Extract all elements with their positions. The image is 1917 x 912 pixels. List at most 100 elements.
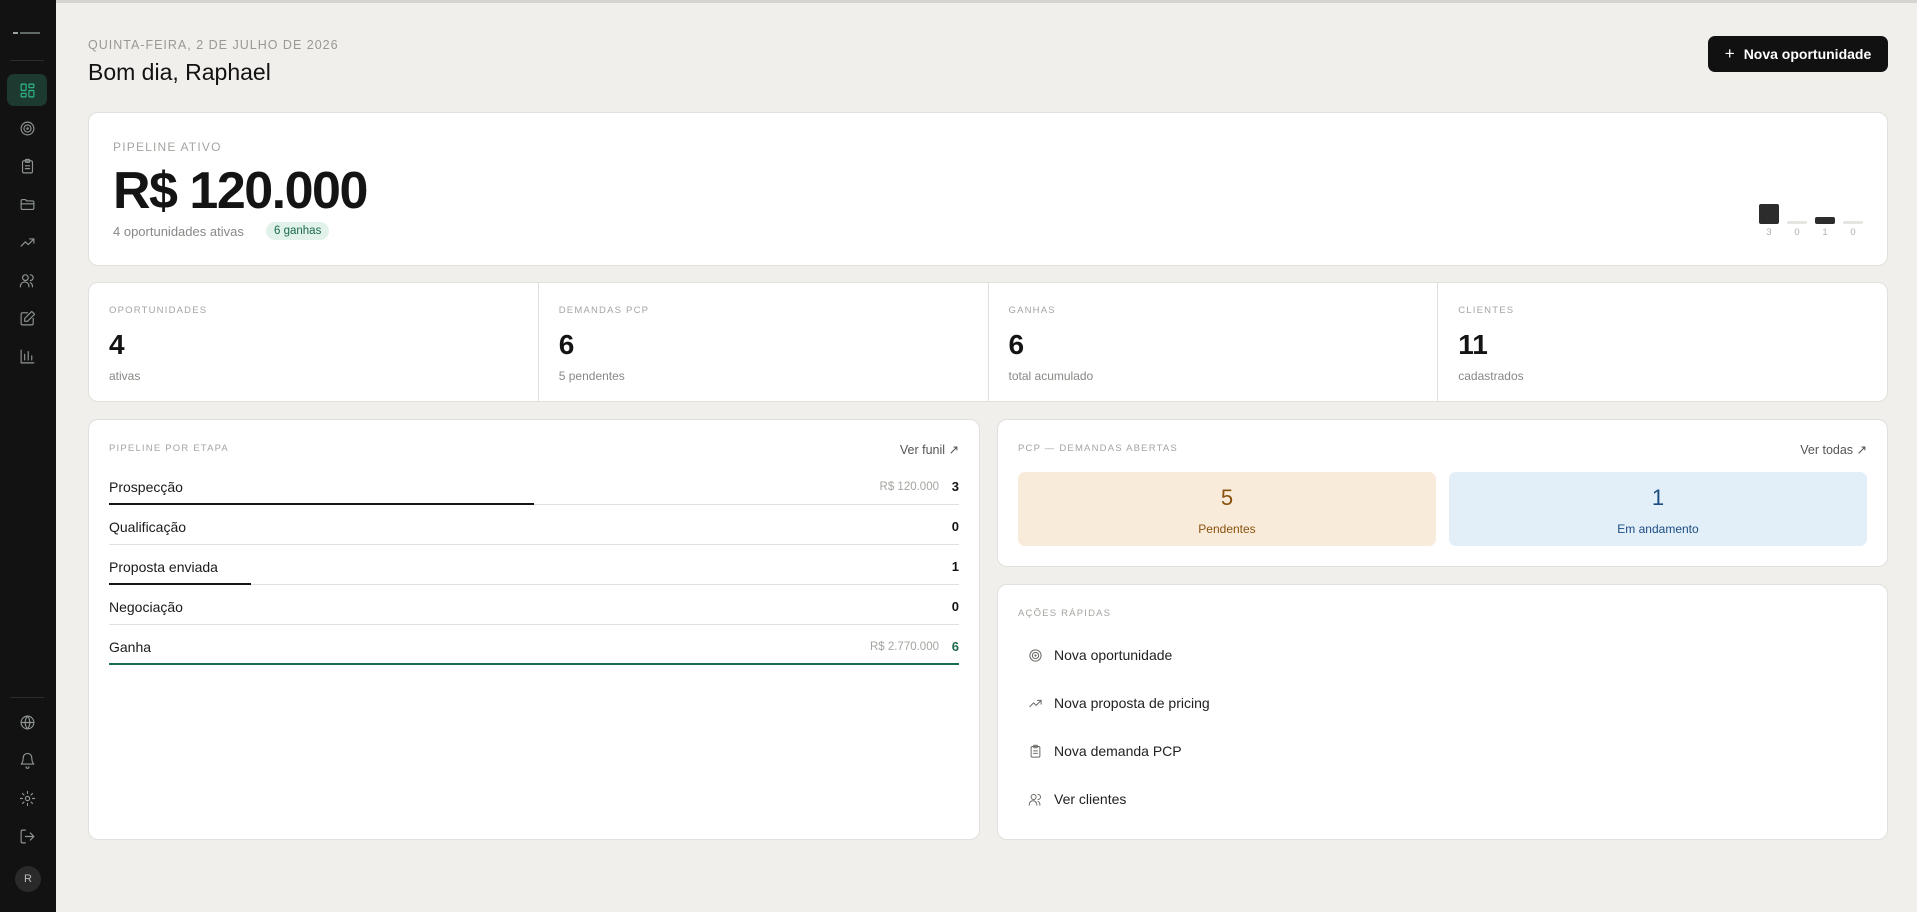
bar-chart-icon [20,349,34,363]
stage-amount: R$ 120.000 [879,481,939,493]
action-label: Nova proposta de pricing [1054,695,1210,711]
stat-desc: ativas [109,369,141,383]
stage-progress-bar [109,503,534,505]
sidebar-item-notifications[interactable] [7,744,47,776]
stage-row-prospeccao[interactable]: Prospecção R$ 120.000 3 [109,473,959,505]
avatar[interactable]: R [15,866,41,892]
globe-icon [20,715,34,729]
pending-label: Pendentes [1198,522,1256,536]
action-view-clients[interactable]: Ver clientes [1028,791,1126,807]
pending-count: 5 [1220,485,1234,510]
pipeline-label: PIPELINE ATIVO [113,140,222,154]
target-icon [1029,648,1042,662]
stage-count: 6 [951,639,959,654]
sidebar-item-language[interactable] [7,706,47,738]
stage-count: 1 [951,559,959,574]
stage-name: Negociação [109,599,183,615]
mini-count: 3 [1766,227,1772,238]
sidebar-item-settings[interactable] [7,782,47,814]
action-label: Ver clientes [1054,791,1127,807]
sidebar-item-clients[interactable] [7,264,47,296]
users-icon [1028,793,1041,806]
sidebar-item-opportunities[interactable] [7,112,47,144]
stat-opportunities[interactable]: OPORTUNIDADES 4 ativas [89,283,538,401]
stat-value: 6 [558,329,575,360]
sidebar: R [0,0,56,912]
action-new-opportunity[interactable]: Nova oportunidade [1028,647,1172,663]
action-label: Nova oportunidade [1054,647,1173,663]
stage-mini-chart: 3 0 1 0 [1759,198,1879,238]
stage-name: Proposta enviada [109,559,218,575]
sidebar-divider [10,60,44,61]
mini-bar [1815,217,1835,224]
mini-bar [1759,204,1779,224]
new-opportunity-button[interactable]: + Nova oportunidade [1708,36,1888,72]
stage-row-ganha[interactable]: Ganha R$ 2.770.000 6 [109,633,959,665]
clipboard-icon [1030,744,1041,758]
dashboard-icon [20,83,34,97]
logo[interactable] [13,32,43,36]
stage-progress-bar [109,583,251,585]
in-progress-tile[interactable]: 1 Em andamento [1449,472,1867,546]
mini-bar [1843,221,1863,224]
new-opportunity-label: Nova oportunidade [1743,46,1872,62]
pipeline-stage-title: PIPELINE POR ETAPA [109,443,229,454]
page-title: Bom dia, Raphael [88,59,271,85]
stage-count: 0 [951,519,959,534]
action-new-pcp-demand[interactable]: Nova demanda PCP [1028,743,1182,759]
sidebar-item-dashboard[interactable] [7,74,47,106]
stats-row: OPORTUNIDADES 4 ativas DEMANDAS PCP 6 5 … [88,282,1888,402]
stat-value: 11 [1458,329,1488,360]
sidebar-item-projects[interactable] [7,188,47,220]
mini-count: 1 [1822,227,1828,238]
view-funnel-link[interactable]: Ver funil ↗ [900,442,959,457]
sidebar-item-notes[interactable] [7,302,47,334]
pipeline-by-stage-card: PIPELINE POR ETAPA Ver funil ↗ Prospecçã… [88,419,980,840]
clipboard-icon [21,158,33,173]
quick-actions-title: AÇÕES RÁPIDAS [1018,608,1112,619]
sidebar-divider [10,697,44,698]
stage-row-negociacao[interactable]: Negociação 0 [109,593,959,625]
in-progress-label: Em andamento [1617,522,1699,536]
stage-name: Qualificação [109,519,187,535]
stat-value: 6 [1008,329,1025,360]
stat-label: OPORTUNIDADES [109,305,208,316]
sidebar-item-pricing[interactable] [7,226,47,258]
stat-label: CLIENTES [1458,305,1515,316]
in-progress-count: 1 [1651,485,1665,510]
stage-row-proposta[interactable]: Proposta enviada 1 [109,553,959,585]
pending-tile[interactable]: 5 Pendentes [1018,472,1436,546]
users-icon [19,273,34,287]
sidebar-item-logout[interactable] [7,820,47,852]
stage-name: Ganha [109,639,152,655]
edit-icon [20,310,35,325]
action-new-pricing-proposal[interactable]: Nova proposta de pricing [1028,695,1210,711]
stage-row-qualificacao[interactable]: Qualificação 0 [109,513,959,545]
stage-amount: R$ 2.770.000 [869,641,939,653]
stat-won[interactable]: GANHAS 6 total acumulado [987,283,1438,401]
quick-actions-card: AÇÕES RÁPIDAS Nova oportunidade Nova pro… [997,584,1888,840]
stat-clients[interactable]: CLIENTES 11 cadastrados [1437,283,1887,401]
pcp-title: PCP — DEMANDAS ABERTAS [1018,443,1178,454]
mini-count: 0 [1850,227,1856,238]
view-all-link[interactable]: Ver todas ↗ [1800,442,1867,457]
bell-icon [20,752,34,769]
stage-count: 3 [951,479,959,494]
settings-icon [19,790,35,806]
pipeline-value: R$ 120.000 [113,162,368,220]
mini-count: 0 [1794,227,1800,238]
sidebar-item-pcp[interactable] [7,150,47,182]
current-date: QUINTA-FEIRA, 2 DE JULHO DE 2026 [88,38,339,52]
stage-progress-bar [109,663,959,665]
stat-desc: cadastrados [1458,369,1524,383]
logout-icon [20,829,34,843]
action-label: Nova demanda PCP [1054,743,1182,759]
plus-icon: + [1724,44,1735,63]
stage-count: 0 [951,599,959,614]
folder-icon [20,198,34,210]
pipeline-summary-card: PIPELINE ATIVO R$ 120.000 4 oportunidade… [88,112,1888,266]
sidebar-item-reports[interactable] [7,340,47,372]
target-icon [20,121,34,135]
pipeline-subtitle: 4 oportunidades ativas [113,224,244,239]
stat-pcp-demands[interactable]: DEMANDAS PCP 6 5 pendentes [537,283,988,401]
